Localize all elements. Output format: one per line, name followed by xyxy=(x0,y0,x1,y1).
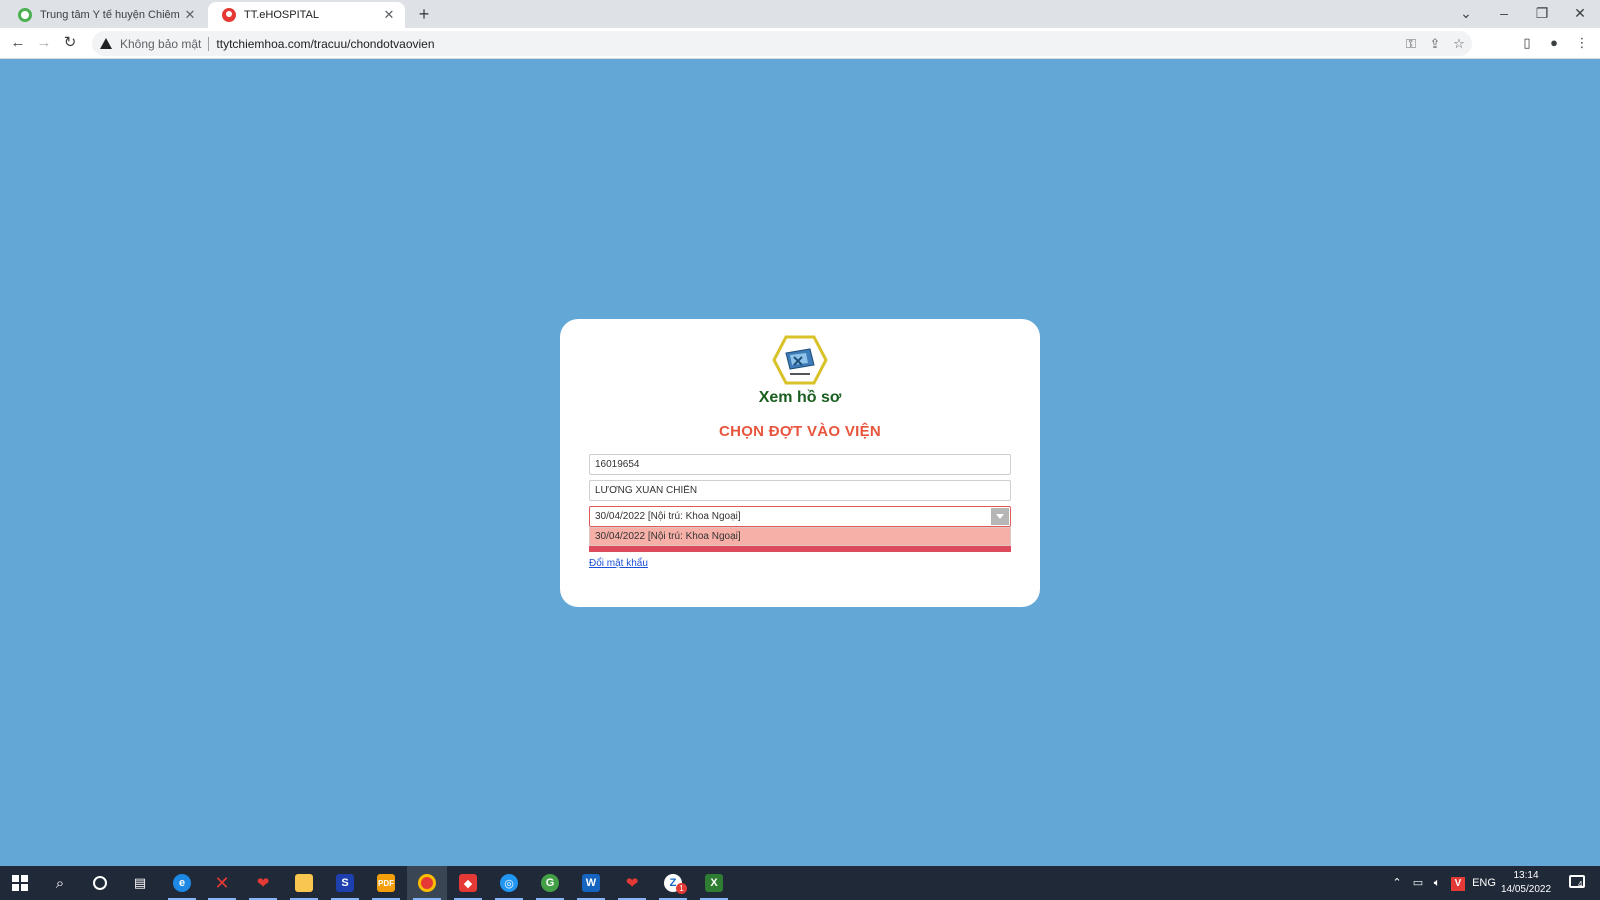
clock-time: 13:14 xyxy=(1513,870,1539,881)
profile-icon[interactable]: ● xyxy=(1543,32,1565,54)
new-tab-button[interactable]: + xyxy=(414,4,434,24)
patient-id-input[interactable] xyxy=(589,454,1011,475)
start-button[interactable] xyxy=(0,866,40,900)
language-indicator[interactable]: ENG xyxy=(1470,866,1498,900)
green-app-icon[interactable]: G xyxy=(530,866,570,900)
menu-icon[interactable]: ⋮ xyxy=(1571,32,1593,54)
windows-icon xyxy=(12,875,28,891)
task-view-icon[interactable]: ▤ xyxy=(120,866,160,900)
cortana-icon[interactable] xyxy=(80,866,120,900)
share-icon[interactable]: ⇪ xyxy=(1424,31,1446,56)
word-icon[interactable]: W xyxy=(571,866,611,900)
hospital-logo xyxy=(772,335,828,385)
submit-bar[interactable] xyxy=(589,546,1011,552)
chevron-up-icon[interactable]: ⌃ xyxy=(1388,866,1406,900)
minimize-button[interactable]: – xyxy=(1485,0,1523,28)
x-app-icon[interactable]: ✕ xyxy=(202,866,242,900)
chevron-down-icon[interactable] xyxy=(991,508,1009,525)
chrome-icon[interactable] xyxy=(407,866,447,900)
warning-icon xyxy=(100,38,112,49)
tab-title: TT.eHOSPITAL xyxy=(244,9,319,21)
site-favicon-icon xyxy=(222,8,236,22)
page-title: Xem hồ sơ xyxy=(758,389,842,406)
site-favicon-icon xyxy=(18,8,32,22)
volume-icon[interactable]: 🔈︎ xyxy=(1428,866,1446,900)
tab-trung-tam-y-te[interactable]: Trung tâm Y tế huyện Chiêm Hóa ✕ xyxy=(4,2,206,28)
admission-selected-value: 30/04/2022 [Nội trú: Khoa Ngoại] xyxy=(595,511,741,522)
key-icon[interactable]: ⚿ xyxy=(1400,31,1422,56)
patient-name-input[interactable] xyxy=(589,480,1011,501)
close-window-button[interactable]: ✕ xyxy=(1561,0,1599,28)
page-subtitle: CHỌN ĐỢT VÀO VIỆN xyxy=(718,423,882,440)
excel-icon[interactable]: X xyxy=(694,866,734,900)
reload-button[interactable]: ↻ xyxy=(58,32,82,54)
zalo-icon[interactable]: ◎ xyxy=(489,866,529,900)
restore-button[interactable]: ❐ xyxy=(1523,0,1561,28)
windows-taskbar: ⌕ ▤ e ✕ ❤ S PDF ◆ ◎ G W ❤ Z 1 X ⌃ ▭ 🔈︎ V… xyxy=(0,866,1600,900)
clock[interactable]: 13:14 14/05/2022 xyxy=(1498,869,1554,897)
change-password-link[interactable]: Đổi mật khẩu xyxy=(589,558,648,569)
tab-title: Trung tâm Y tế huyện Chiêm Hóa xyxy=(40,9,182,21)
clock-date: 14/05/2022 xyxy=(1500,884,1552,895)
file-explorer-icon[interactable] xyxy=(284,866,324,900)
security-label[interactable]: Không bảo mật xyxy=(120,37,201,51)
notification-count: 4 xyxy=(1578,880,1583,889)
network-icon[interactable]: ▭ xyxy=(1408,866,1428,900)
pdf-app-icon[interactable]: PDF xyxy=(366,866,406,900)
back-button[interactable]: ← xyxy=(6,32,30,54)
star-icon[interactable]: ☆ xyxy=(1448,31,1470,56)
anydesk-icon[interactable]: ◆ xyxy=(448,866,488,900)
login-card: Xem hồ sơ CHỌN ĐỢT VÀO VIỆN 30/04/2022 [… xyxy=(560,319,1040,607)
forward-button[interactable]: → xyxy=(32,32,56,54)
address-bar[interactable]: Không bảo mật ttytchiemhoa.com/tracuu/ch… xyxy=(92,31,1472,56)
divider xyxy=(208,36,210,51)
chat-bubble-icon xyxy=(1569,875,1585,888)
heart-app-2-icon[interactable]: ❤ xyxy=(612,866,652,900)
side-panel-icon[interactable]: ▯ xyxy=(1516,32,1538,54)
admission-select[interactable]: 30/04/2022 [Nội trú: Khoa Ngoại] xyxy=(589,506,1011,527)
tab-ehospital[interactable]: TT.eHOSPITAL ✕ xyxy=(208,2,405,28)
close-icon[interactable]: ✕ xyxy=(182,7,198,23)
admission-option[interactable]: 30/04/2022 [Nội trú: Khoa Ngoại] xyxy=(589,527,1011,546)
vietkey-icon[interactable]: V xyxy=(1448,866,1468,900)
tab-search-icon[interactable]: ⌄ xyxy=(1447,0,1485,28)
notification-badge: 1 xyxy=(676,883,687,894)
s-app-icon[interactable]: S xyxy=(325,866,365,900)
url-text[interactable]: ttytchiemhoa.com/tracuu/chondotvaovien xyxy=(216,37,434,51)
edge-icon[interactable]: e xyxy=(162,866,202,900)
browser-toolbar: ← → ↻ Không bảo mật ttytchiemhoa.com/tra… xyxy=(0,28,1600,59)
search-icon[interactable]: ⌕ xyxy=(40,866,80,900)
close-icon[interactable]: ✕ xyxy=(381,7,397,23)
chat-app-icon[interactable]: Z 1 xyxy=(653,866,693,900)
heart-app-icon[interactable]: ❤ xyxy=(243,866,283,900)
notification-center-button[interactable]: 4 xyxy=(1562,866,1592,900)
tab-strip: Trung tâm Y tế huyện Chiêm Hóa ✕ TT.eHOS… xyxy=(0,0,1600,28)
